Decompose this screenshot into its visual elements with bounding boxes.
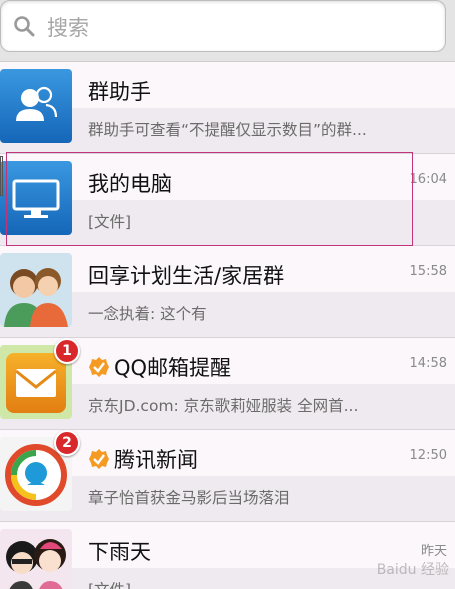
conversation-preview: [文件] bbox=[88, 578, 408, 589]
unread-badge: 1 bbox=[54, 338, 80, 364]
conversation-time: 12:50 bbox=[409, 448, 447, 463]
conversation-time: 16:04 bbox=[409, 172, 447, 187]
conversation-name: 我的电脑 bbox=[88, 172, 172, 196]
search-placeholder: 搜索 bbox=[47, 16, 89, 40]
conversation-item-qq-mail[interactable]: 1 QQ邮箱提醒 京东JD.com: 京东歌莉娅服装 全网首... 14:58 bbox=[0, 338, 455, 430]
conversation-name: 群助手 bbox=[88, 80, 151, 104]
conversation-preview: [文件] bbox=[88, 213, 132, 231]
conversation-preview: 章子怡首获金马影后当场落泪 bbox=[88, 489, 290, 507]
conversation-name: QQ邮箱提醒 bbox=[114, 356, 232, 380]
conversation-time: 昨天 bbox=[420, 544, 447, 559]
conversation-name: 回享计划生活/家居群 bbox=[88, 264, 285, 288]
edge-marker bbox=[0, 156, 3, 196]
verified-icon bbox=[89, 357, 109, 377]
conversation-list: 群助手 群助手可查看“不提醒仅显示数目”的群... 我的电脑 [文件] 16:0… bbox=[0, 62, 455, 589]
conversation-name: 下雨天 bbox=[88, 540, 151, 564]
conversation-preview: 一念执着: 这个有 bbox=[88, 305, 207, 323]
unread-badge: 2 bbox=[54, 430, 80, 456]
conversation-name: 腾讯新闻 bbox=[114, 448, 198, 472]
conversation-preview: 京东JD.com: 京东歌莉娅服装 全网首... bbox=[88, 397, 359, 415]
conversation-item-my-computer[interactable]: 我的电脑 [文件] 16:04 bbox=[0, 154, 455, 246]
verified-icon bbox=[89, 449, 109, 469]
conversation-preview: 群助手可查看“不提醒仅显示数目”的群... bbox=[88, 121, 367, 139]
search-icon bbox=[14, 16, 35, 37]
conversation-time: 15:58 bbox=[409, 264, 447, 279]
group-avatar bbox=[0, 253, 72, 327]
couple-avatar bbox=[0, 529, 72, 589]
search-bar: 搜索 bbox=[0, 0, 455, 62]
conversation-item-home-group[interactable]: 回享计划生活/家居群 一念执着: 这个有 15:58 bbox=[0, 246, 455, 338]
conversation-time: 14:58 bbox=[409, 356, 447, 371]
watermark: Baidu 经验 bbox=[376, 562, 449, 578]
conversation-item-tencent-news[interactable]: 2 腾讯新闻 章子怡首获金马影后当场落泪 12:50 bbox=[0, 430, 455, 522]
group-helper-avatar bbox=[0, 69, 72, 143]
conversation-item-group-helper[interactable]: 群助手 群助手可查看“不提醒仅显示数目”的群... bbox=[0, 62, 455, 154]
search-input[interactable]: 搜索 bbox=[0, 0, 446, 52]
computer-avatar bbox=[0, 161, 72, 235]
